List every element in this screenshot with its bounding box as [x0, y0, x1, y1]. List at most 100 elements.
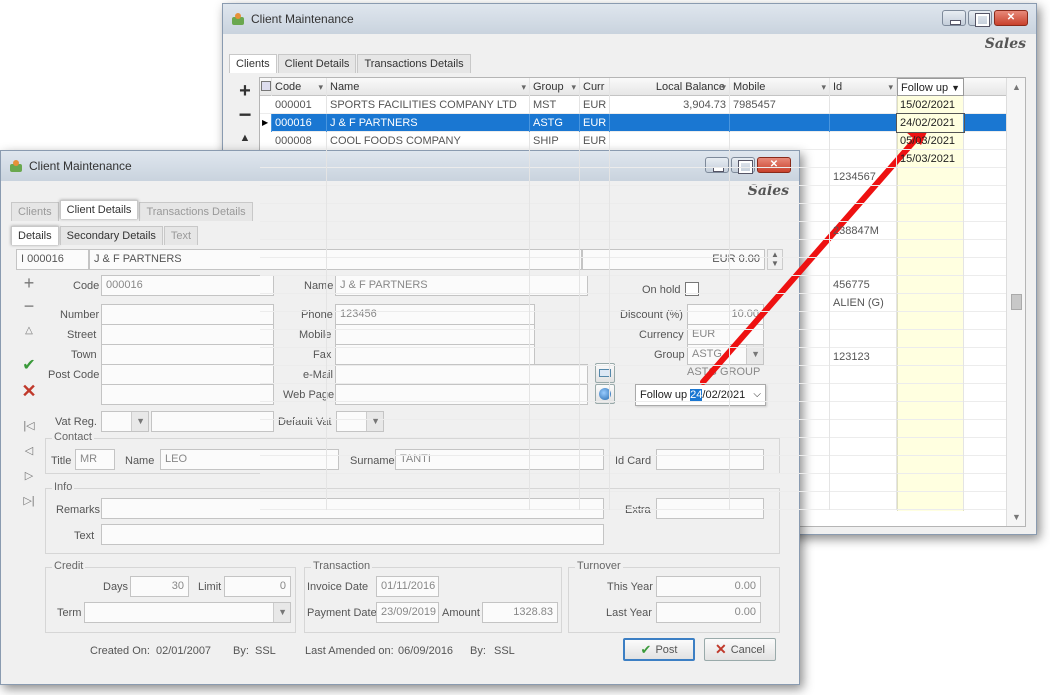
cell-code[interactable]: [272, 474, 327, 492]
cell-code[interactable]: [272, 150, 327, 168]
cell-code[interactable]: [272, 420, 327, 438]
cell-code[interactable]: [272, 204, 327, 222]
cell-balance[interactable]: [610, 204, 730, 222]
cell-followup[interactable]: [897, 258, 964, 276]
code-field[interactable]: 000016: [101, 275, 274, 296]
cell-id[interactable]: [830, 96, 897, 114]
cell-code[interactable]: [272, 438, 327, 456]
table-row[interactable]: [260, 258, 1006, 276]
cell-id[interactable]: [830, 204, 897, 222]
cell-curr[interactable]: [580, 222, 610, 240]
cell-balance[interactable]: 3,904.73: [610, 96, 730, 114]
table-row[interactable]: ▶ 000016 J & F PARTNERS ASTG EUR 24/02/2021: [260, 113, 1006, 133]
cell-balance[interactable]: [610, 150, 730, 168]
cell-id[interactable]: 456775: [830, 276, 897, 294]
cell-group[interactable]: [530, 276, 580, 294]
cell-name[interactable]: [327, 384, 530, 402]
cell-group[interactable]: [530, 474, 580, 492]
cell-mobile[interactable]: 7985457: [730, 96, 830, 114]
cell-mobile[interactable]: [730, 222, 830, 240]
cell-curr[interactable]: [580, 492, 610, 510]
cell-followup[interactable]: [897, 240, 964, 258]
table-row[interactable]: [260, 240, 1006, 258]
subtab-secondary-details[interactable]: Secondary Details: [59, 226, 163, 245]
cell-group[interactable]: [530, 294, 580, 312]
table-row[interactable]: [260, 492, 1006, 510]
table-row[interactable]: 15/03/2021: [260, 150, 1006, 168]
cell-code[interactable]: [272, 294, 327, 312]
tab-client-details[interactable]: Client Details: [59, 200, 139, 219]
cell-mobile[interactable]: [730, 330, 830, 348]
column-follow-up[interactable]: Follow up ▼: [897, 78, 964, 96]
cell-code[interactable]: [272, 402, 327, 420]
table-row[interactable]: 000008 COOL FOODS COMPANY SHIP EUR 05/03/202…: [260, 132, 1006, 150]
cell-mobile[interactable]: [730, 240, 830, 258]
tab-transactions-details[interactable]: Transactions Details: [357, 54, 471, 73]
vat-reg-field[interactable]: [151, 411, 274, 432]
cell-group[interactable]: [530, 402, 580, 420]
cell-mobile[interactable]: [730, 438, 830, 456]
cell-mobile[interactable]: [730, 168, 830, 186]
cell-mobile[interactable]: [730, 150, 830, 168]
cell-followup[interactable]: [897, 402, 964, 420]
cell-id[interactable]: ALIEN (G): [830, 294, 897, 312]
cell-group[interactable]: [530, 168, 580, 186]
cell-balance[interactable]: [610, 402, 730, 420]
cell-balance[interactable]: [610, 384, 730, 402]
cell-group[interactable]: [530, 204, 580, 222]
cell-name[interactable]: [327, 474, 530, 492]
cell-balance[interactable]: [610, 258, 730, 276]
minimize-button[interactable]: [942, 10, 966, 26]
text-field[interactable]: [101, 524, 604, 545]
cell-id[interactable]: 123123: [830, 348, 897, 366]
cell-followup[interactable]: [897, 492, 964, 510]
cell-name[interactable]: [327, 402, 530, 420]
cell-group[interactable]: [530, 330, 580, 348]
cell-mobile[interactable]: [730, 186, 830, 204]
cell-code[interactable]: [272, 312, 327, 330]
cell-followup[interactable]: [897, 456, 964, 474]
cell-id[interactable]: [830, 492, 897, 510]
cell-curr[interactable]: [580, 240, 610, 258]
table-row[interactable]: [260, 312, 1006, 330]
table-row[interactable]: [260, 330, 1006, 348]
cell-name[interactable]: [327, 294, 530, 312]
cell-followup[interactable]: 15/03/2021: [897, 150, 964, 168]
cell-code[interactable]: [272, 276, 327, 294]
prev-record-icon[interactable]: ◁: [19, 444, 39, 457]
town-field[interactable]: [101, 344, 274, 365]
cell-balance[interactable]: [610, 438, 730, 456]
cell-code[interactable]: [272, 348, 327, 366]
cell-group[interactable]: [530, 348, 580, 366]
cell-balance[interactable]: [610, 168, 730, 186]
scroll-up-icon[interactable]: ▲: [1012, 82, 1021, 92]
maximize-button[interactable]: [968, 10, 992, 27]
cell-followup[interactable]: [897, 438, 964, 456]
cell-balance[interactable]: [610, 222, 730, 240]
cell-code[interactable]: [272, 168, 327, 186]
cell-mobile[interactable]: [730, 456, 830, 474]
cell-followup[interactable]: [897, 186, 964, 204]
cell-group[interactable]: [530, 186, 580, 204]
cell-name[interactable]: [327, 438, 530, 456]
cell-id[interactable]: [830, 420, 897, 438]
cell-group[interactable]: [530, 240, 580, 258]
cell-followup[interactable]: [897, 294, 964, 312]
cell-curr[interactable]: [580, 402, 610, 420]
cell-code[interactable]: 000016: [272, 114, 327, 132]
cell-balance[interactable]: [610, 114, 730, 132]
cell-curr[interactable]: [580, 366, 610, 384]
column-curr[interactable]: Curr: [580, 78, 610, 96]
cell-code[interactable]: [272, 384, 327, 402]
cell-balance[interactable]: [610, 240, 730, 258]
title-field[interactable]: MR: [75, 449, 115, 470]
table-row[interactable]: [260, 438, 1006, 456]
cell-id[interactable]: [830, 402, 897, 420]
cell-balance[interactable]: [610, 186, 730, 204]
cell-followup[interactable]: [897, 168, 964, 186]
cell-group[interactable]: [530, 222, 580, 240]
cell-code[interactable]: 000008: [272, 132, 327, 150]
cell-curr[interactable]: [580, 312, 610, 330]
cell-followup[interactable]: [897, 312, 964, 330]
cell-group[interactable]: MST: [530, 96, 580, 114]
